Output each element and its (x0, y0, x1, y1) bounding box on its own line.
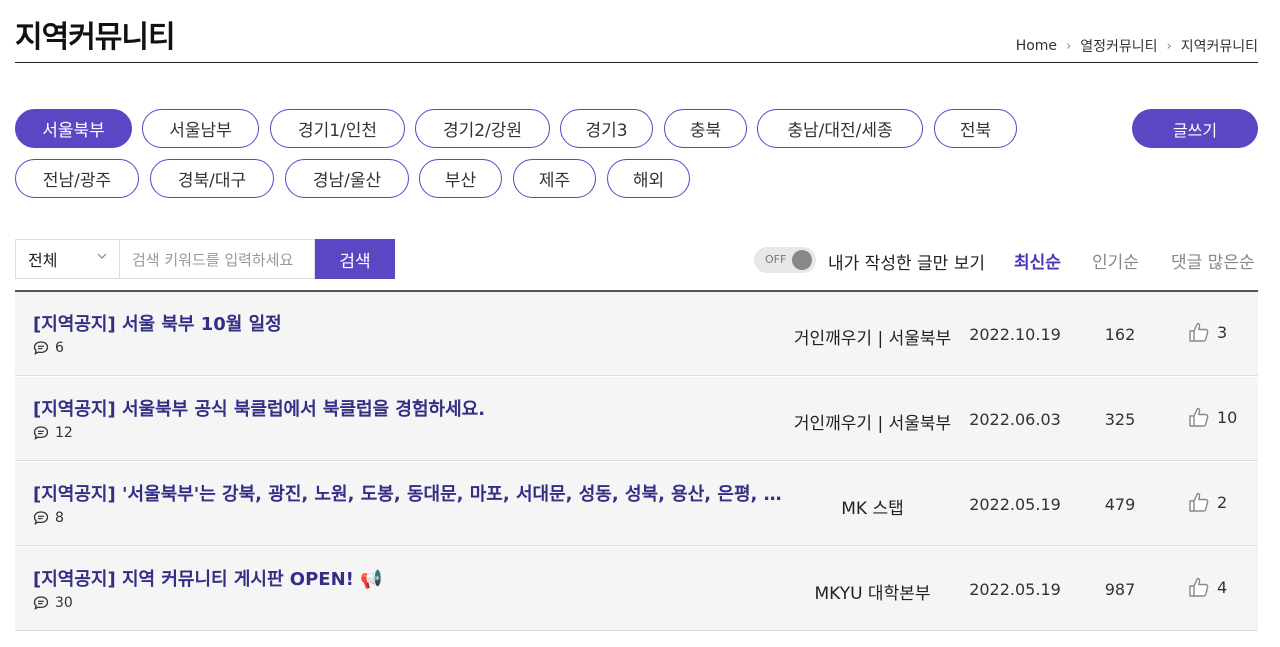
comment-count-value: 6 (55, 340, 64, 356)
search-scope-value: 전체 (28, 251, 58, 270)
comment-count: 30 (33, 595, 73, 611)
speech-bubble-icon (33, 596, 49, 610)
post-views: 162 (1104, 325, 1136, 344)
region-tab-busan[interactable]: 부산 (419, 159, 502, 198)
write-post-button[interactable]: 글쓰기 (1132, 109, 1258, 148)
thumbs-up-icon (1189, 322, 1209, 342)
comment-count: 6 (33, 340, 64, 356)
region-tab-seoul-north[interactable]: 서울북부 (15, 109, 132, 148)
title-divider (15, 62, 1258, 63)
speech-bubble-icon (33, 511, 49, 525)
comment-count-value: 30 (55, 595, 73, 611)
post-title[interactable]: [지역공지] 서울 북부 10월 일정 (33, 310, 783, 336)
comment-count-value: 8 (55, 510, 64, 526)
region-tab-chungnam-daejeon-sejong[interactable]: 충남/대전/세종 (757, 109, 923, 148)
like-count[interactable]: 10 (1187, 405, 1237, 429)
thumbs-up-icon (1189, 577, 1209, 597)
breadcrumb-passion-community[interactable]: 열정커뮤니티 (1080, 36, 1157, 56)
like-count[interactable]: 4 (1187, 575, 1227, 599)
post-row[interactable]: [지역공지] 서울 북부 10월 일정 6 거인깨우기 | 서울북부 2022.… (15, 292, 1258, 376)
search-scope-select[interactable]: 전체 (15, 239, 119, 279)
region-tab-gyeonggi2-gangwon[interactable]: 경기2/강원 (415, 109, 550, 148)
post-views: 479 (1104, 495, 1136, 514)
post-views: 987 (1104, 580, 1136, 599)
speech-bubble-icon (33, 426, 49, 440)
toggle-state-label: OFF (765, 253, 787, 266)
post-date: 2022.05.19 (969, 580, 1061, 599)
like-count[interactable]: 3 (1187, 320, 1227, 344)
search-input[interactable]: 검색 키워드를 입력하세요 (119, 239, 315, 279)
speech-bubble-icon (33, 341, 49, 355)
my-posts-toggle[interactable]: OFF (754, 247, 816, 273)
thumbs-up-icon (1189, 492, 1209, 512)
page-title: 지역커뮤니티 (15, 20, 176, 55)
like-count-value: 3 (1217, 322, 1228, 342)
breadcrumb: Home › 열정커뮤니티 › 지역커뮤니티 (1016, 36, 1258, 56)
chevron-right-icon: › (1166, 38, 1172, 54)
post-row[interactable]: [지역공지] '서울북부'는 강북, 광진, 노원, 도봉, 동대문, 마포, … (15, 462, 1258, 546)
post-row[interactable]: [지역공지] 서울북부 공식 북클럽에서 북클럽을 경험하세요. 12 거인깨우… (15, 377, 1258, 461)
my-posts-label: 내가 작성한 글만 보기 (828, 254, 985, 274)
post-date: 2022.06.03 (969, 410, 1061, 429)
sort-popular[interactable]: 인기순 (1092, 248, 1139, 273)
region-tab-gyeongbuk-daegu[interactable]: 경북/대구 (150, 159, 274, 198)
post-title[interactable]: [지역공지] 서울북부 공식 북클럽에서 북클럽을 경험하세요. (33, 395, 783, 421)
chevron-right-icon: › (1066, 38, 1072, 54)
post-views: 325 (1104, 410, 1136, 429)
post-author: 거인깨우기 | 서울북부 (793, 329, 952, 349)
region-tab-gyeonggi1-incheon[interactable]: 경기1/인천 (270, 109, 405, 148)
post-date: 2022.05.19 (969, 495, 1061, 514)
post-title[interactable]: [지역공지] 지역 커뮤니티 게시판 OPEN! 📢 (33, 565, 783, 591)
like-count-value: 4 (1217, 577, 1228, 597)
like-count-value: 2 (1217, 492, 1228, 512)
region-tab-chungbuk[interactable]: 충북 (664, 109, 747, 148)
toggle-knob (792, 250, 812, 270)
region-tab-jeju[interactable]: 제주 (513, 159, 596, 198)
sort-most-comments[interactable]: 댓글 많은순 (1171, 248, 1255, 273)
region-tab-overseas[interactable]: 해외 (607, 159, 690, 198)
region-tab-gyeongnam-ulsan[interactable]: 경남/울산 (285, 159, 409, 198)
chevron-down-icon (97, 253, 107, 259)
thumbs-up-icon (1189, 407, 1209, 427)
comment-count: 8 (33, 510, 64, 526)
region-tab-jeonnam-gwangju[interactable]: 전남/광주 (15, 159, 139, 198)
comment-count-value: 12 (55, 425, 73, 441)
post-title[interactable]: [지역공지] '서울북부'는 강북, 광진, 노원, 도봉, 동대문, 마포, … (33, 480, 783, 506)
region-tab-jeonbuk[interactable]: 전북 (934, 109, 1017, 148)
search-button[interactable]: 검색 (315, 239, 395, 279)
breadcrumb-home[interactable]: Home (1016, 38, 1057, 54)
post-author: MKYU 대학본부 (814, 584, 931, 604)
post-date: 2022.10.19 (969, 325, 1061, 344)
breadcrumb-current: 지역커뮤니티 (1180, 39, 1258, 55)
region-tab-seoul-south[interactable]: 서울남부 (142, 109, 259, 148)
sort-latest[interactable]: 최신순 (1014, 248, 1061, 273)
post-row[interactable]: [지역공지] 지역 커뮤니티 게시판 OPEN! 📢 30 MKYU 대학본부 … (15, 547, 1258, 631)
post-author: 거인깨우기 | 서울북부 (793, 414, 952, 434)
like-count[interactable]: 2 (1187, 490, 1227, 514)
region-tab-gyeonggi3[interactable]: 경기3 (560, 109, 653, 148)
like-count-value: 10 (1217, 407, 1238, 427)
post-author: MK 스탭 (841, 499, 904, 519)
comment-count: 12 (33, 425, 73, 441)
